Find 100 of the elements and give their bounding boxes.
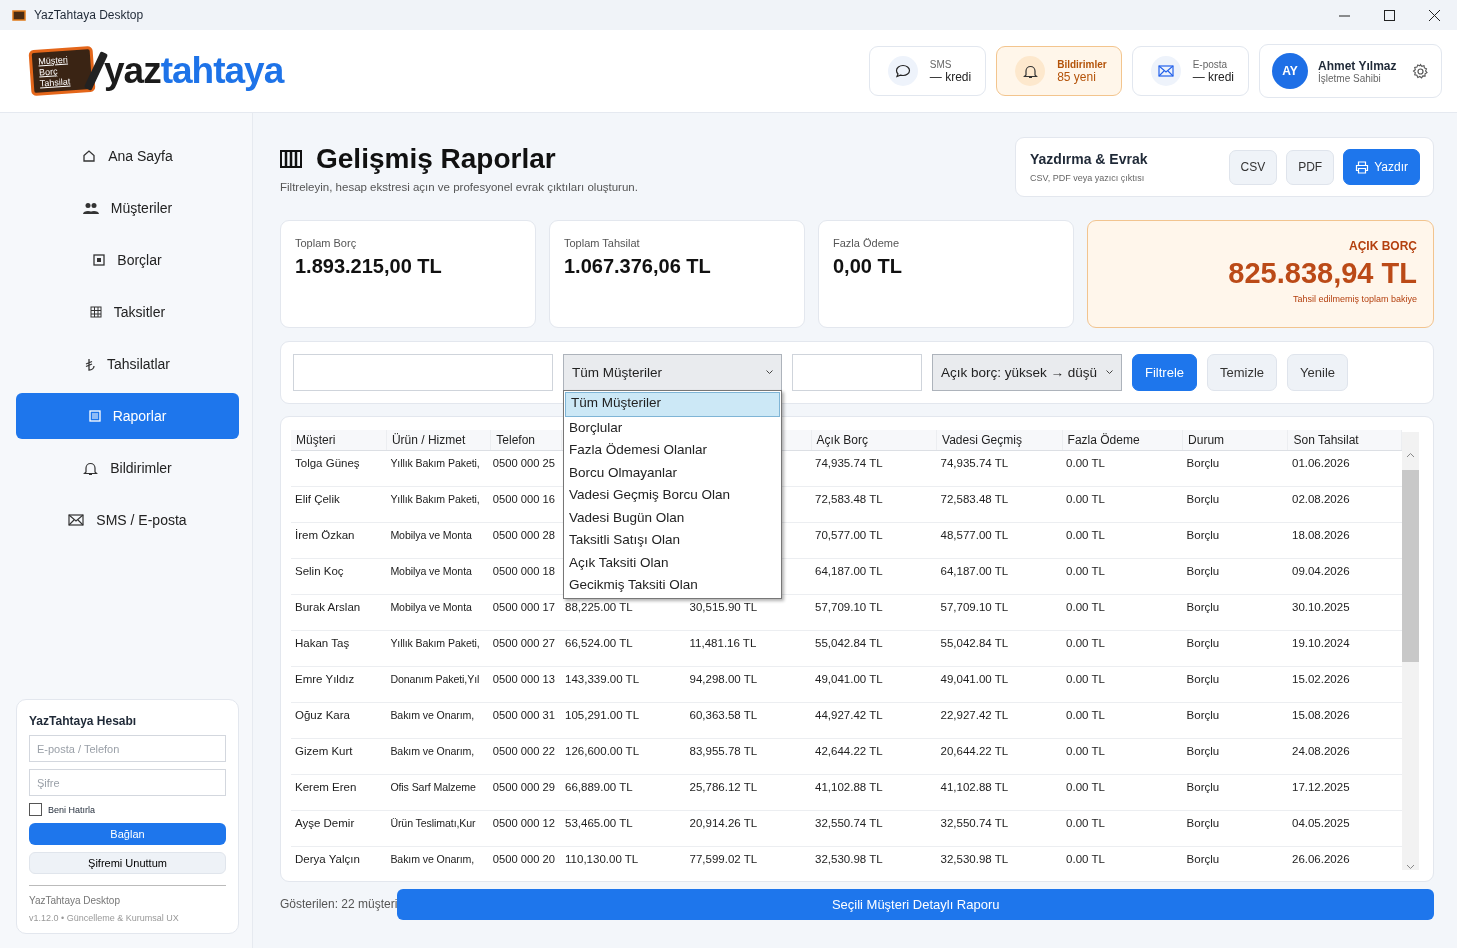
table-cell: Donanım Paketi,Yıl xyxy=(390,673,480,685)
settings-icon[interactable] xyxy=(1412,62,1429,80)
table-cell: 0.00 TL xyxy=(1066,817,1105,829)
brand-wordmark: yaztahtaya xyxy=(104,50,284,92)
table-cell: 24.08.2026 xyxy=(1292,745,1350,757)
table-cell: Selin Koç xyxy=(295,565,344,577)
scroll-down-icon[interactable] xyxy=(1406,864,1415,870)
table-cell: 0500 000 20 xyxy=(492,853,555,865)
chat-bubble-icon xyxy=(894,64,911,78)
table-cell: 22,927.42 TL xyxy=(940,709,1009,721)
table-cell: 0500 000 27 xyxy=(492,637,555,649)
table-cell: 17.12.2025 xyxy=(1292,781,1350,793)
table-cell: 0500 000 28 xyxy=(492,529,555,541)
connect-button[interactable]: Bağlan xyxy=(29,823,226,845)
table-cell: 55,042.84 TL xyxy=(940,637,1009,649)
forgot-password-button[interactable]: Şifremi Unuttum xyxy=(29,852,226,874)
table-cell: Borçlu xyxy=(1186,709,1220,721)
table-cell: Oğuz Kara xyxy=(295,709,350,721)
search-field[interactable] xyxy=(293,354,553,391)
table-cell: 25,786.12 TL xyxy=(689,781,758,793)
notifications-card[interactable]: Bildirimler 85 yeni xyxy=(996,46,1122,96)
table-cell: Emre Yıldız xyxy=(295,673,355,685)
credit-card[interactable]: SMS — kredi xyxy=(868,46,987,96)
dropdown-option[interactable]: Taksitli Satışı Olan xyxy=(564,529,781,552)
table-cell: Borçlu xyxy=(1186,817,1220,829)
sort-select[interactable]: Açık borç: yüksek → düşü xyxy=(932,354,1122,391)
sidebar-item[interactable]: Ana Sayfa xyxy=(16,133,239,179)
remember-checkbox[interactable] xyxy=(29,803,42,816)
table-cell: Borçlu xyxy=(1186,637,1220,649)
table-cell: 64,187.00 TL xyxy=(815,565,883,577)
table-cell: 15.08.2026 xyxy=(1292,709,1350,721)
dropdown-option[interactable]: Fazla Ödemesi Olanlar xyxy=(564,439,781,462)
bell-icon xyxy=(1022,63,1038,79)
dropdown-option[interactable]: Vadesi Bugün Olan xyxy=(564,506,781,529)
dropdown-option[interactable]: Açık Taksiti Olan xyxy=(564,551,781,574)
table-cell: Borçlu xyxy=(1186,601,1220,613)
lira-icon xyxy=(85,357,95,371)
table-cell: 0500 000 25 xyxy=(492,457,555,469)
user-card[interactable]: AY Ahmet Yılmaz İşletme Sahibi xyxy=(1259,44,1442,98)
mail-icon xyxy=(68,514,85,526)
table-cell: 0500 000 22 xyxy=(492,745,555,757)
close-icon[interactable] xyxy=(1429,9,1440,21)
print-button[interactable]: Yazdır xyxy=(1343,149,1420,185)
dropdown-option[interactable]: Borcu Olmayanlar xyxy=(564,461,781,484)
customer-filter-select[interactable]: Tüm Müşteriler xyxy=(563,354,782,391)
credit-card[interactable]: E-posta — kredi xyxy=(1131,46,1249,96)
barcode-icon xyxy=(280,150,302,168)
table-cell: 15.02.2026 xyxy=(1292,673,1350,685)
table-cell: Borçlu xyxy=(1186,457,1220,469)
dropdown-option[interactable]: Gecikmiş Taksiti Olan xyxy=(564,574,781,597)
table-cell: 0500 000 17 xyxy=(492,601,555,613)
table-cell: Bakım ve Onarım, xyxy=(390,709,475,721)
table-cell: Yıllık Bakım Paketi, xyxy=(390,457,480,469)
action-button[interactable]: Yenile xyxy=(1287,354,1349,391)
sidebar-item[interactable]: SMS / E-posta xyxy=(16,497,239,543)
scroll-up-icon[interactable] xyxy=(1406,452,1415,458)
square-icon xyxy=(93,254,106,266)
sidebar-item[interactable]: Borçlar xyxy=(16,237,239,283)
date-field[interactable] xyxy=(792,354,922,391)
dropdown-option[interactable]: Borçlular xyxy=(564,416,781,439)
table-cell: Ofis Sarf Malzeme xyxy=(390,781,476,793)
scrollbar[interactable] xyxy=(1402,432,1419,870)
dropdown-option[interactable]: Vadesi Geçmiş Borcu Olan xyxy=(564,484,781,507)
table-cell: 57,709.10 TL xyxy=(815,601,883,613)
table-cell: 72,583.48 TL xyxy=(815,493,883,505)
table-cell: Elif Çelik xyxy=(295,493,340,505)
email-field[interactable]: E-posta / Telefon xyxy=(29,735,226,762)
table-cell: 0.00 TL xyxy=(1066,709,1105,721)
table-cell: 19.10.2024 xyxy=(1292,637,1350,649)
table-cell: Borçlu xyxy=(1186,493,1220,505)
table-cell: 11,481.16 TL xyxy=(689,637,757,649)
card-label: E-posta xyxy=(1192,58,1229,70)
sidebar-item[interactable]: Taksitler xyxy=(16,289,239,335)
sidebar-item[interactable]: Bildirimler xyxy=(16,445,239,491)
table-cell: 0.00 TL xyxy=(1066,781,1105,793)
maximize-icon[interactable] xyxy=(1384,9,1395,21)
table-cell: 126,600.00 TL xyxy=(565,745,640,757)
stat-label: Fazla Ödeme xyxy=(833,237,901,249)
table-cell: 94,298.00 TL xyxy=(689,673,758,685)
table-cell: 0.00 TL xyxy=(1066,853,1105,865)
table-cell: 09.04.2026 xyxy=(1292,565,1350,577)
password-field[interactable]: Şifre xyxy=(29,769,226,796)
sidebar-item[interactable]: Raporlar xyxy=(16,393,239,439)
sidebar-item[interactable]: Tahsilatlar xyxy=(16,341,239,387)
table-cell: 04.05.2025 xyxy=(1292,817,1350,829)
card-label: SMS xyxy=(929,58,953,70)
table-cell: 88,225.00 TL xyxy=(565,601,633,613)
detailed-report-button[interactable]: Seçili Müşteri Detaylı Raporu xyxy=(397,888,1434,920)
export-button[interactable]: PDF xyxy=(1286,149,1335,185)
table-cell: 41,102.88 TL xyxy=(940,781,1009,793)
bell-icon xyxy=(83,460,99,476)
export-button[interactable]: CSV xyxy=(1228,149,1278,185)
dropdown-option[interactable]: Tüm Müşteriler xyxy=(565,392,780,417)
action-button[interactable]: Temizle xyxy=(1207,354,1278,391)
table-cell: Burak Arslan xyxy=(295,601,361,613)
table-cell: Yıllık Bakım Paketi, xyxy=(390,493,480,505)
filter-button[interactable]: Filtrele xyxy=(1132,354,1197,391)
stat-label: AÇIK BORÇ xyxy=(1349,239,1417,253)
sidebar-item[interactable]: Müşteriler xyxy=(16,185,239,231)
table-cell: 32,550.74 TL xyxy=(940,817,1009,829)
